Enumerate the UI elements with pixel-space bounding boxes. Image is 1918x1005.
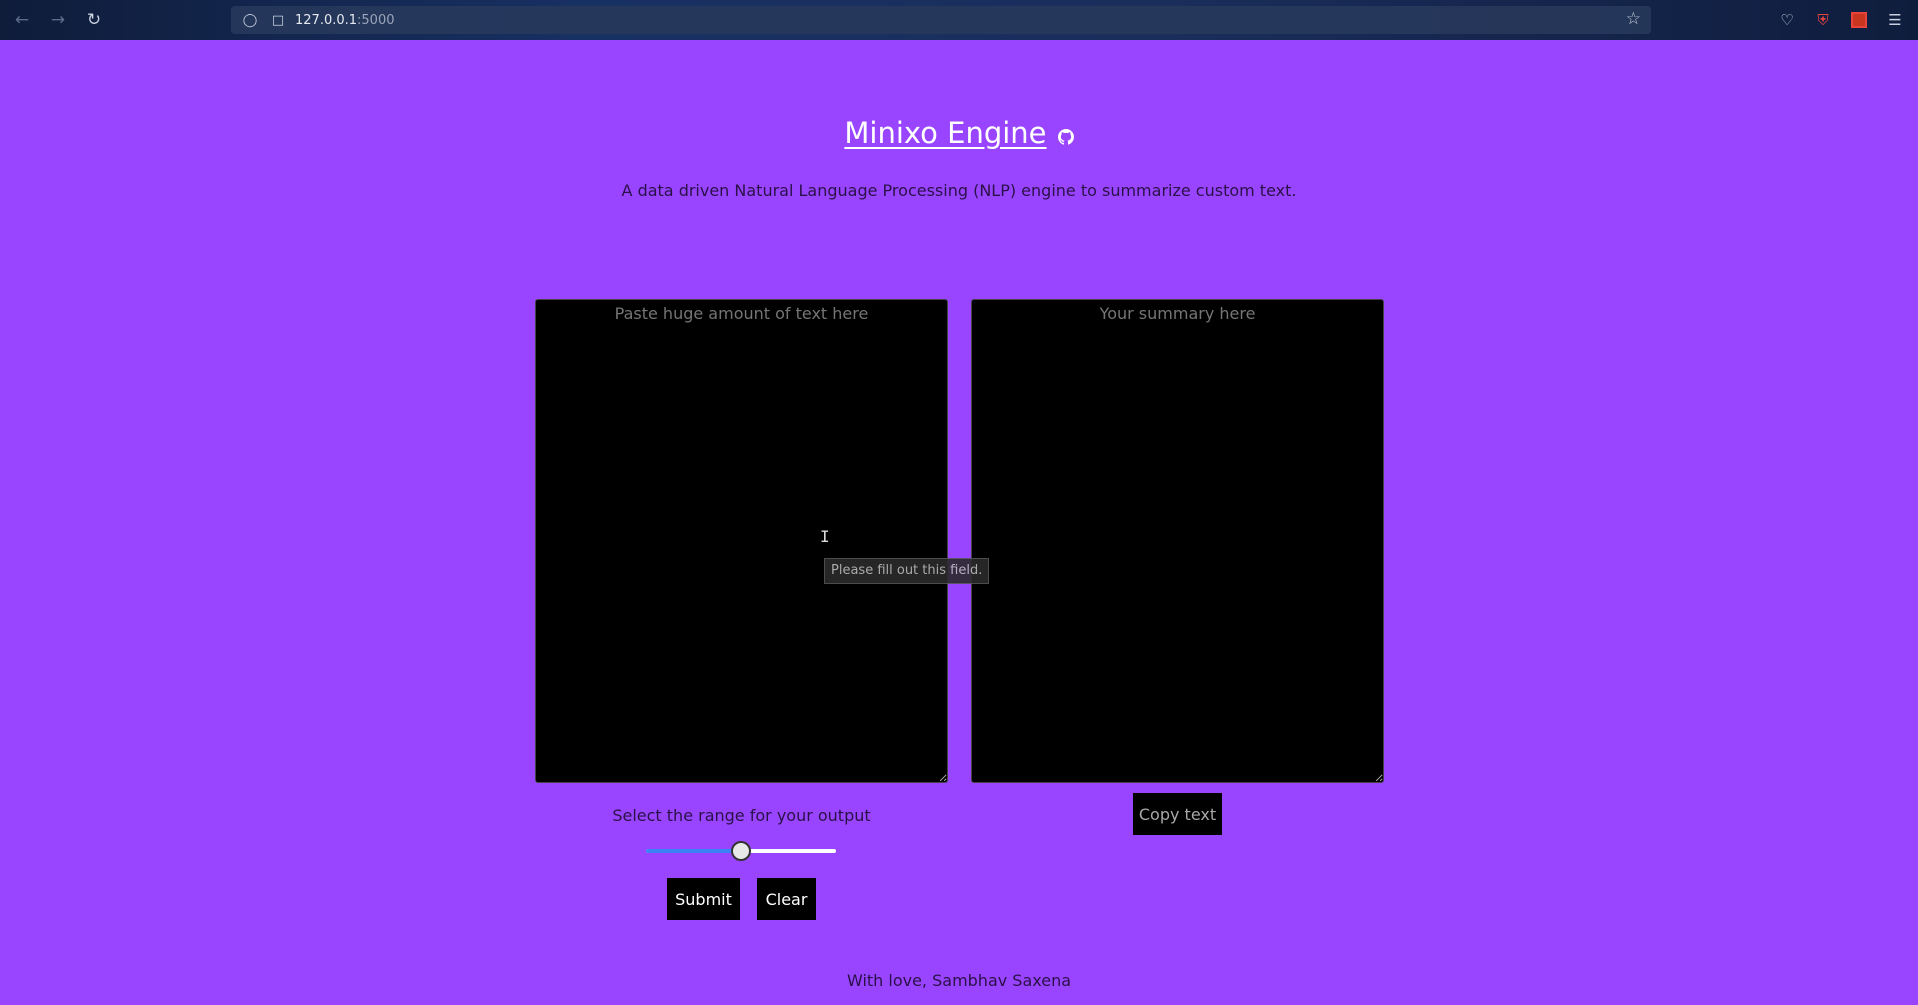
output-range-slider[interactable] <box>646 841 836 861</box>
bookmark-star-icon[interactable]: ☆ <box>1626 9 1641 29</box>
footer-text: With love, Sambhav Saxena <box>846 971 1072 990</box>
slider-thumb[interactable] <box>731 841 751 861</box>
hamburger-menu-icon[interactable]: ☰ <box>1884 9 1906 31</box>
slider-fill <box>646 849 741 853</box>
pocket-icon[interactable]: ♡ <box>1776 9 1798 31</box>
input-text-area[interactable] <box>535 299 948 783</box>
page-content: Minixo Engine A data driven Natural Lang… <box>0 40 1918 1005</box>
range-label: Select the range for your output <box>612 806 871 825</box>
page-header: Minixo Engine <box>0 116 1918 150</box>
page-icon: □ <box>271 12 285 28</box>
page-subtitle: A data driven Natural Language Processin… <box>621 181 1297 200</box>
copy-text-button[interactable]: Copy text <box>1133 793 1222 835</box>
text-cursor-icon: I <box>820 527 830 546</box>
submit-button[interactable]: Submit <box>667 878 740 920</box>
github-icon[interactable] <box>1057 129 1074 145</box>
forward-arrow-icon[interactable]: → <box>46 9 70 31</box>
url-text[interactable]: 127.0.0.1:5000 <box>295 13 395 28</box>
shield-outline-icon[interactable]: ◯ <box>241 13 259 28</box>
clear-button[interactable]: Clear <box>757 878 816 920</box>
extension-icon[interactable] <box>1848 9 1870 31</box>
shield-icon[interactable]: ⛨ <box>1812 9 1834 31</box>
validation-tooltip: Please fill out this field. <box>824 558 990 584</box>
back-arrow-icon[interactable]: ← <box>10 9 34 31</box>
address-bar[interactable]: ◯ □ 127.0.0.1:5000 ☆ <box>231 6 1651 34</box>
reload-icon[interactable]: ↻ <box>82 9 106 31</box>
summary-text-area[interactable] <box>971 299 1384 783</box>
browser-toolbar: ← → ↻ ◯ □ 127.0.0.1:5000 ☆ ♡ ⛨ ☰ <box>0 0 1918 40</box>
page-title-link[interactable]: Minixo Engine <box>844 116 1046 150</box>
